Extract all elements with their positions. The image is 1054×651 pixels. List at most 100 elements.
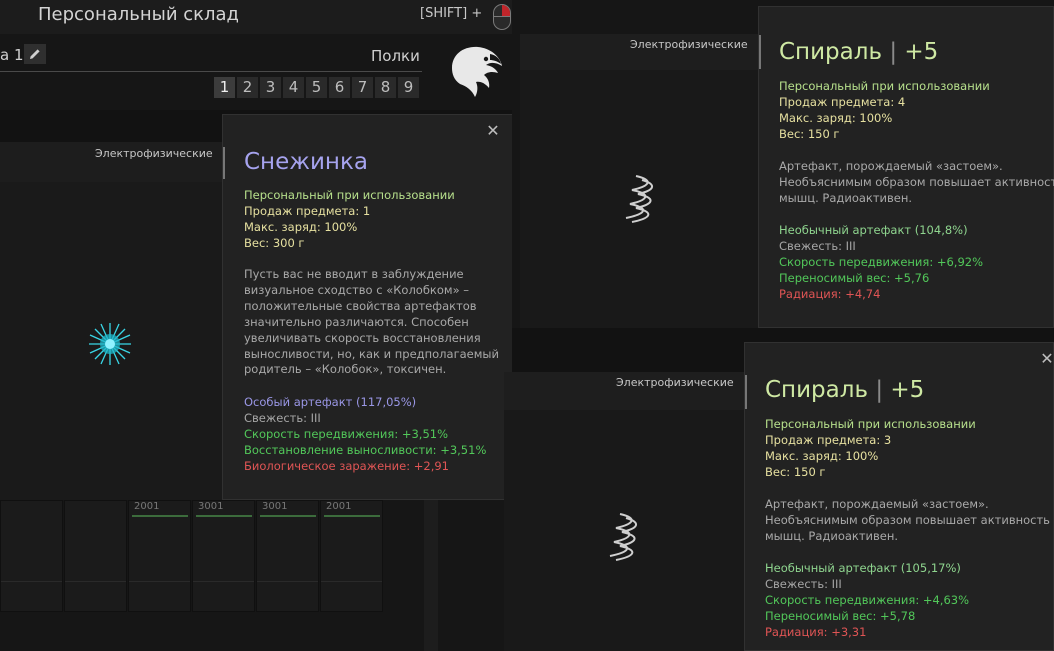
spiral-artifact-icon[interactable] [600,506,644,566]
shelf-page-5[interactable]: 5 [306,77,327,98]
description-line: Необъяснимым образом повышает активность [779,174,1054,189]
property-line: Макс. заряд: 100% [244,219,358,234]
slot-divider [129,581,190,582]
item-preview-right-bottom [504,410,744,651]
description-line: Артефакт, порождаемый «застоем». [779,159,1003,173]
storage-grid: 2001 3001 3001 2001 [0,500,420,612]
storage-tab-row: а 1 Полки [0,38,422,72]
property-line: Вес: 300 г [244,235,305,250]
storage-scrollbar[interactable] [424,500,438,651]
item-properties: Персональный при использовании Продаж пре… [779,79,990,143]
slot-divider [321,581,382,582]
item-description: Артефакт, порождаемый «застоем». Необъясн… [779,159,1054,207]
shelf-pager: 123456789 [214,77,419,98]
item-title-name: Спираль [765,377,868,403]
stat-line: Скорость передвижения: +6,92% [779,254,984,269]
stat-line: Радиация: +4,74 [779,286,881,301]
storage-slot[interactable]: 2001 [320,500,383,612]
item-description: Пусть вас не вводит в заблуждение визуаль… [244,267,499,378]
slot-divider [257,581,318,582]
stat-line: Свежесть: III [765,576,842,591]
shelf-page-9[interactable]: 9 [398,77,419,98]
storage-tab-label[interactable]: а 1 [0,46,24,64]
storage-slot[interactable]: 3001 [192,500,255,612]
stat-line: Переносимый вес: +5,76 [779,270,930,285]
slot-value: 3001 [198,501,224,512]
stat-line: Скорость передвижения: +3,51% [244,426,449,441]
eagle-logo-icon [446,42,506,102]
slot-durability-bar [260,515,316,517]
item-title: Спираль | +5 [779,39,938,65]
shelf-page-2[interactable]: 2 [237,77,258,98]
tooltip-spiral-2: ✕ Спираль | +5 Персональный при использо… [744,342,1054,651]
item-title: Снежинка [244,149,368,175]
description-line: увеличивать скорость восстановления [244,330,481,345]
slot-value: 2001 [134,501,160,512]
storage-title: Персональный склад [38,4,240,25]
property-line: Персональный при использовании [765,417,976,431]
item-title: Спираль | +5 [765,377,924,403]
stat-line: Необычный артефакт (104,8%) [779,223,968,237]
item-title-level: +5 [904,39,939,65]
item-preview-left [0,182,224,500]
description-line: мышц. Радиоактивен. [765,528,899,543]
stat-line: Радиация: +3,31 [765,624,867,639]
shelf-page-4[interactable]: 4 [283,77,304,98]
description-line: родитель – «Колобок», токсичен. [244,362,447,377]
title-divider [223,147,225,179]
category-label-right-top: Электрофизические [630,38,748,51]
item-title-level: +5 [890,377,925,403]
slot-divider [65,581,126,582]
property-line: Продаж предмета: 4 [779,94,906,109]
item-stats: Необычный артефакт (104,8%) Свежесть: III… [779,223,983,303]
shelf-page-7[interactable]: 7 [352,77,373,98]
mouse-icon [493,4,511,30]
stat-line: Переносимый вес: +5,78 [765,608,916,623]
storage-slot[interactable] [0,500,63,612]
property-line: Продаж предмета: 1 [244,203,371,218]
description-line: Пусть вас не вводит в заблуждение [244,267,464,281]
spiral-artifact-icon[interactable] [616,168,660,228]
storage-slot[interactable]: 2001 [128,500,191,612]
storage-slot[interactable] [64,500,127,612]
description-line: выносливости, но, как и предполагаемый [244,346,499,361]
close-icon[interactable]: ✕ [485,123,501,139]
pencil-icon[interactable] [24,44,46,64]
snowflake-artifact-icon[interactable] [86,320,134,368]
shelves-label: Полки [371,47,420,65]
shelf-page-8[interactable]: 8 [375,77,396,98]
stat-line: Биологическое заражение: +2,91 [244,458,449,473]
description-line: значительно различаются. Способен [244,314,469,329]
stat-line: Особый артефакт (117,05%) [244,395,417,409]
property-line: Вес: 150 г [779,126,840,141]
item-stats: Особый артефакт (117,05%) Свежесть: III Ск… [244,395,486,475]
shelf-page-1[interactable]: 1 [214,77,235,98]
property-line: Персональный при использовании [779,79,990,93]
slot-durability-bar [132,515,188,517]
property-line: Вес: 150 г [765,464,826,479]
property-line: Персональный при использовании [244,188,455,202]
item-title-separator: | [875,377,884,403]
tooltip-spiral-1: Спираль | +5 Персональный при использова… [758,6,1054,328]
item-properties: Персональный при использовании Продаж пре… [244,188,455,252]
slot-durability-bar [196,515,252,517]
shelf-page-3[interactable]: 3 [260,77,281,98]
title-divider [759,35,761,69]
slot-divider [1,581,62,582]
stat-line: Свежесть: III [244,410,321,425]
item-title-separator: | [889,39,898,65]
description-line: визуальное сходство с «Колобком» – [244,282,470,297]
close-icon[interactable]: ✕ [1039,351,1054,367]
slot-durability-bar [324,515,380,517]
category-label-left: Электрофизические [95,147,213,160]
storage-header: Персональный склад [SHIFT] + [0,0,512,34]
shelf-page-6[interactable]: 6 [329,77,350,98]
tooltip-snowflake: ✕ Снежинка Персональный при использовани… [222,114,516,500]
stat-line: Скорость передвижения: +4,63% [765,592,970,607]
description-line: Артефакт, порождаемый «застоем». [765,497,989,511]
property-line: Продаж предмета: 3 [765,432,892,447]
item-description: Артефакт, порождаемый «застоем». Необъясн… [765,497,1050,545]
storage-slot[interactable]: 3001 [256,500,319,612]
item-title-name: Спираль [779,39,882,65]
description-line: Необъяснимым образом повышает активность [765,512,1050,527]
